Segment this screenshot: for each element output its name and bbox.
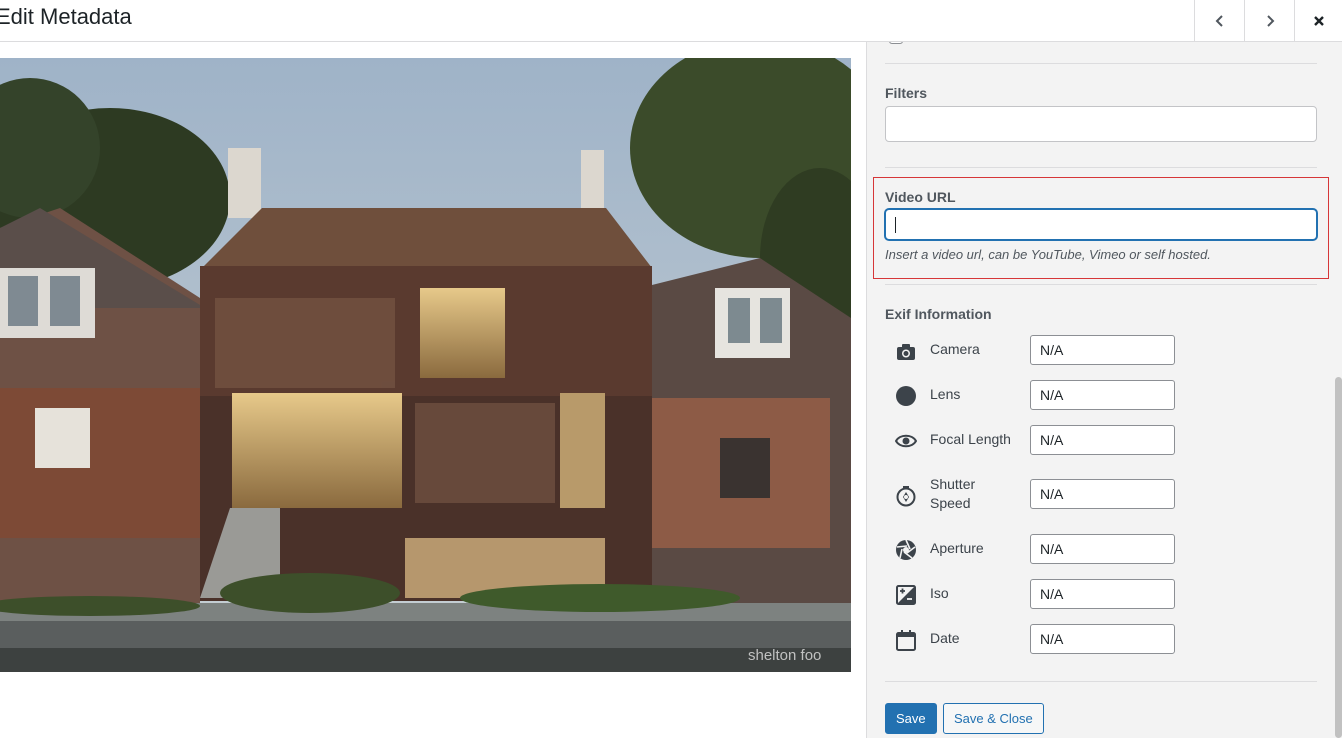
- save-button[interactable]: Save: [885, 703, 937, 734]
- calendar-icon: [896, 630, 916, 651]
- divider: [885, 681, 1317, 682]
- checkbox-partial[interactable]: [889, 42, 903, 44]
- photo-watermark: shelton foo: [748, 647, 821, 664]
- video-url-help: Insert a video url, can be YouTube, Vime…: [885, 247, 1211, 262]
- exif-label-date: Date: [930, 630, 960, 646]
- metadata-sidebar: Filters Video URL Insert a video url, ca…: [866, 42, 1342, 738]
- exif-label-shutter-speed: Shutter Speed: [930, 475, 975, 513]
- exif-label-aperture: Aperture: [930, 540, 984, 556]
- save-close-button[interactable]: Save & Close: [943, 703, 1044, 734]
- scrollbar-thumb[interactable]: [1335, 377, 1342, 738]
- house-photo: shelton foo: [0, 58, 851, 672]
- close-icon: [1313, 15, 1324, 26]
- eye-icon: [895, 434, 917, 448]
- iso-icon: [896, 585, 916, 605]
- divider: [885, 167, 1317, 168]
- exif-input-camera[interactable]: N/A: [1030, 335, 1175, 365]
- divider: [885, 284, 1317, 285]
- shutter-label-line2: Speed: [930, 495, 971, 511]
- exif-label-iso: Iso: [930, 585, 949, 601]
- exif-label-focal-length: Focal Length: [930, 431, 1011, 447]
- next-button[interactable]: [1244, 0, 1294, 41]
- exif-input-shutter-speed[interactable]: N/A: [1030, 479, 1175, 509]
- chevron-right-icon: [1266, 14, 1274, 27]
- filters-label: Filters: [885, 85, 928, 101]
- exif-input-date[interactable]: N/A: [1030, 624, 1175, 654]
- lens-icon: [896, 386, 916, 406]
- chevron-left-icon: [1215, 14, 1223, 27]
- shutter-label-line1: Shutter: [930, 476, 976, 492]
- exif-label-camera: Camera: [930, 341, 980, 357]
- divider: [885, 63, 1317, 64]
- exif-input-iso[interactable]: N/A: [1030, 579, 1175, 609]
- exif-heading: Exif Information: [885, 306, 992, 322]
- exif-input-lens[interactable]: N/A: [1030, 380, 1175, 410]
- exif-input-aperture[interactable]: N/A: [1030, 534, 1175, 564]
- previous-button[interactable]: [1194, 0, 1244, 41]
- aperture-icon: [896, 539, 916, 560]
- modal-header: Edit Metadata: [0, 0, 1342, 42]
- camera-icon: [897, 344, 915, 360]
- video-url-input[interactable]: [885, 209, 1317, 240]
- close-button[interactable]: [1294, 0, 1342, 41]
- exif-label-lens: Lens: [930, 386, 961, 402]
- page-title: Edit Metadata: [0, 4, 132, 29]
- video-url-label: Video URL: [885, 189, 956, 205]
- exif-input-focal-length[interactable]: N/A: [1030, 425, 1175, 455]
- image-preview-area: shelton foo: [0, 42, 866, 738]
- shutter-icon: [896, 486, 916, 507]
- text-caret: [895, 217, 896, 233]
- filters-input[interactable]: [885, 106, 1317, 142]
